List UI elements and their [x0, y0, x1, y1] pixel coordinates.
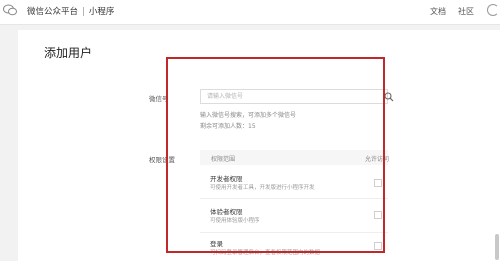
search-icon[interactable]: [384, 92, 394, 102]
permission-title: 开发者权限: [210, 175, 243, 183]
permission-row-login: 登录 可扫码登录管理后台，查看权限范围内的数据: [200, 233, 388, 261]
page-title: 添加用户: [44, 46, 93, 60]
remaining-count: 剩余可添加人数：15: [200, 123, 256, 130]
wechat-id-label: 微信号: [149, 95, 169, 103]
permissions-label: 权限设置: [149, 156, 175, 164]
brand-title[interactable]: 微信公众平台 | 小程序: [27, 5, 114, 17]
search-hint: 输入微信号搜索，可添加多个微信号: [200, 112, 297, 119]
tester-permission-checkbox[interactable]: [374, 211, 382, 219]
permission-description: 可使用体验版小程序: [210, 218, 260, 224]
permission-scope-header: 权限范围: [211, 156, 236, 163]
wechat-id-input[interactable]: [200, 89, 388, 104]
nav-docs-link[interactable]: 文档: [430, 6, 446, 17]
avatar[interactable]: [487, 4, 499, 16]
permissions-table-header: 权限范围 允许访问: [200, 150, 390, 165]
product-name: 小程序: [88, 7, 115, 17]
permission-description: 可使用开发者工具，开发版进行小程序开发: [210, 185, 315, 191]
brand-separator: |: [82, 7, 85, 17]
login-permission-checkbox[interactable]: [374, 242, 382, 250]
scrollbar[interactable]: [495, 234, 499, 260]
wechat-logo-icon: [3, 4, 17, 16]
top-bar: 微信公众平台 | 小程序 文档 社区: [0, 0, 500, 25]
permission-title: 体验者权限: [210, 208, 243, 216]
developer-permission-checkbox[interactable]: [374, 179, 382, 187]
permission-row-tester: 体验者权限 可使用体验版小程序: [200, 199, 388, 233]
permission-description: 可扫码登录管理后台，查看权限范围内的数据: [210, 250, 321, 256]
permission-row-developer: 开发者权限 可使用开发者工具，开发版进行小程序开发: [200, 165, 388, 199]
nav-community-link[interactable]: 社区: [458, 6, 474, 17]
allow-access-header: 允许访问: [365, 156, 390, 163]
brand-name: 微信公众平台: [27, 7, 79, 17]
permission-title: 登录: [210, 240, 223, 248]
